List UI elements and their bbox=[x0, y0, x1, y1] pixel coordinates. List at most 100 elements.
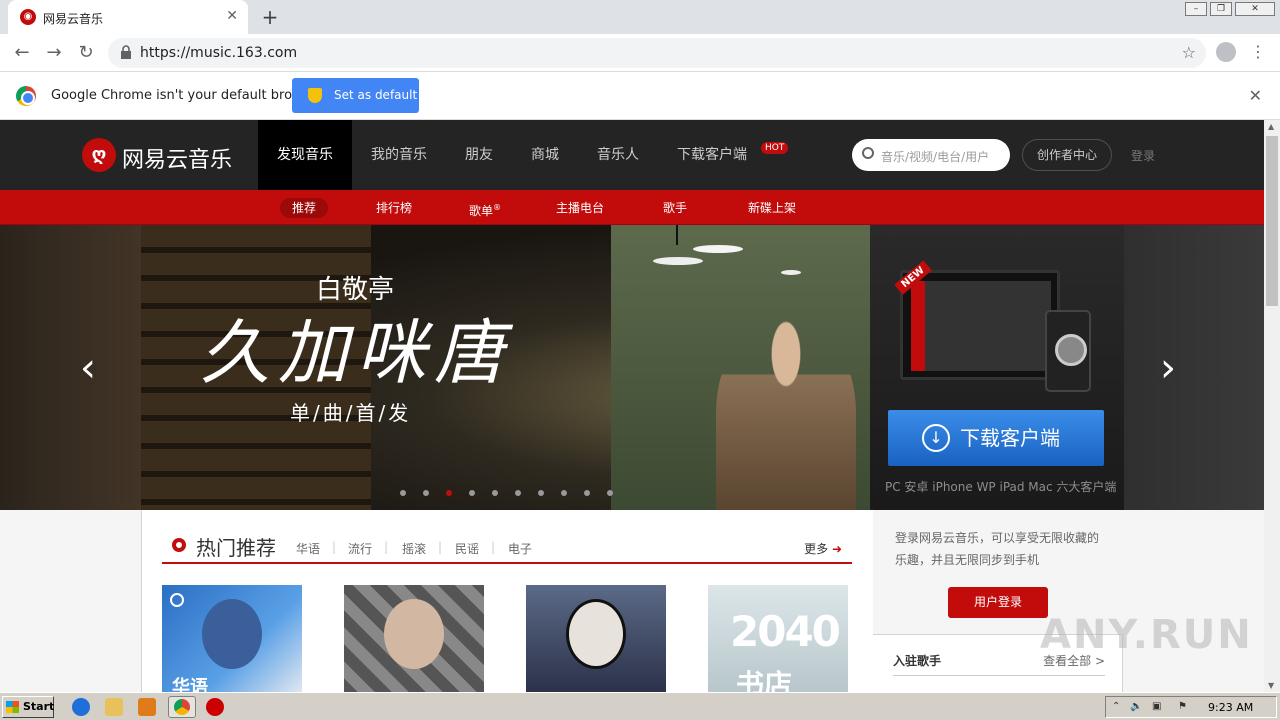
divider: | bbox=[384, 540, 389, 554]
lamp-light bbox=[781, 270, 801, 275]
profile-avatar[interactable] bbox=[1216, 42, 1236, 62]
shield-icon bbox=[308, 88, 322, 103]
arrow-right-icon: ➜ bbox=[831, 542, 842, 556]
chrome-icon bbox=[174, 699, 190, 715]
subnav-new-albums[interactable]: 新碟上架 bbox=[736, 198, 808, 218]
cover-subtitle: 书店 bbox=[736, 668, 793, 692]
carousel-dot[interactable] bbox=[515, 490, 521, 496]
scroll-thumb[interactable] bbox=[1266, 136, 1278, 306]
subnav-playlists[interactable]: 歌单® bbox=[457, 198, 513, 218]
browser-tab[interactable]: ◉ 网易云音乐 ✕ bbox=[8, 0, 248, 34]
reload-icon[interactable]: ↻ bbox=[76, 42, 96, 63]
monitor-illustration bbox=[900, 270, 1060, 380]
lamp-light bbox=[653, 257, 703, 265]
media-player-icon[interactable] bbox=[138, 698, 156, 716]
carousel-dot[interactable] bbox=[584, 490, 590, 496]
user-login-button[interactable]: 用户登录 bbox=[948, 587, 1048, 618]
folder-icon[interactable] bbox=[105, 698, 123, 716]
divider: | bbox=[438, 540, 443, 554]
category-link[interactable]: 流行 bbox=[348, 540, 372, 557]
scroll-down-icon[interactable]: ▼ bbox=[1268, 681, 1274, 690]
carousel-dot[interactable] bbox=[423, 490, 429, 496]
subnav-recommend[interactable]: 推荐 bbox=[280, 198, 329, 218]
page-viewport: ღ 网易云音乐 发现音乐 我的音乐 朋友 商城 音乐人 下载客户端 HOT 音乐… bbox=[0, 120, 1264, 692]
search-icon bbox=[862, 147, 874, 159]
carousel-prev-icon[interactable]: ‹ bbox=[80, 345, 96, 391]
download-client-button[interactable]: ↓ 下载客户端 bbox=[888, 410, 1104, 466]
scroll-up-icon[interactable]: ▲ bbox=[1268, 122, 1274, 131]
ie-icon[interactable] bbox=[72, 698, 90, 716]
carousel-dot[interactable] bbox=[538, 490, 544, 496]
category-link[interactable]: 华语 bbox=[296, 540, 320, 557]
carousel-dot[interactable] bbox=[469, 490, 475, 496]
nav-discover-music[interactable]: 发现音乐 bbox=[258, 120, 352, 190]
tray-expand-icon[interactable]: ⌃ bbox=[1112, 701, 1124, 713]
anyrun-watermark: ANY.RUN bbox=[1040, 612, 1253, 658]
new-tab-button[interactable]: + bbox=[258, 5, 282, 29]
artist-figure bbox=[716, 315, 856, 510]
network-icon[interactable]: ▣ bbox=[1152, 701, 1164, 713]
tab-strip: ◉ 网易云音乐 ✕ + – ❐ ✕ bbox=[0, 0, 1280, 34]
nav-my-music[interactable]: 我的音乐 bbox=[352, 120, 446, 190]
carousel-dot[interactable] bbox=[446, 490, 452, 496]
download-arrow-icon: ↓ bbox=[922, 424, 950, 452]
more-label: 更多 bbox=[804, 542, 829, 556]
nav-download-client[interactable]: 下载客户端 bbox=[658, 120, 766, 190]
playlist-cover[interactable] bbox=[526, 585, 666, 692]
omnibar: ← → ↻ https://music.163.com ☆ ⋮ bbox=[0, 34, 1280, 72]
divider: | bbox=[491, 540, 496, 554]
close-window-button[interactable]: ✕ bbox=[1235, 2, 1275, 16]
set-as-default-button[interactable]: Set as default bbox=[292, 78, 419, 113]
artists-title: 入驻歌手 bbox=[893, 654, 942, 668]
minimize-button[interactable]: – bbox=[1185, 2, 1207, 16]
nav-friends[interactable]: 朋友 bbox=[446, 120, 512, 190]
flag-icon[interactable]: ⚑ bbox=[1178, 701, 1190, 713]
playlist-cover[interactable]: 华语 bbox=[162, 585, 302, 692]
back-icon[interactable]: ← bbox=[12, 42, 32, 63]
creator-center-button[interactable]: 创作者中心 bbox=[1022, 139, 1112, 171]
volume-icon[interactable]: 🔈 bbox=[1130, 701, 1142, 713]
hot-recommend-title[interactable]: 热门推荐 bbox=[196, 532, 276, 561]
carousel-dot[interactable] bbox=[561, 490, 567, 496]
subnav-artists[interactable]: 歌手 bbox=[651, 198, 699, 218]
category-link[interactable]: 民谣 bbox=[455, 540, 479, 557]
tab-title: 网易云音乐 bbox=[43, 12, 104, 26]
default-browser-infobar: Google Chrome isn't your default browser… bbox=[0, 72, 1280, 120]
login-link[interactable]: 登录 bbox=[1131, 147, 1155, 164]
carousel-dot[interactable] bbox=[607, 490, 613, 496]
lock-icon bbox=[121, 45, 131, 59]
subnav-radio[interactable]: 主播电台 bbox=[544, 198, 616, 218]
top-nav: ღ 网易云音乐 发现音乐 我的音乐 朋友 商城 音乐人 下载客户端 HOT 音乐… bbox=[0, 120, 1264, 190]
section-ring-icon bbox=[172, 538, 186, 552]
phone-illustration bbox=[1045, 310, 1091, 392]
infobar-close-icon[interactable]: ✕ bbox=[1249, 86, 1262, 105]
category-link[interactable]: 电子 bbox=[508, 540, 532, 557]
forward-icon[interactable]: → bbox=[44, 42, 64, 63]
hot-recommend-header: 热门推荐 华语 | 流行 | 摇滚 | 民谣 | 电子 更多 ➜ bbox=[162, 524, 852, 564]
login-prompt-text: 登录网易云音乐，可以享受无限收藏的乐趣，并且无限同步到手机 bbox=[895, 531, 1100, 567]
more-link[interactable]: 更多 ➜ bbox=[804, 540, 842, 557]
sub-nav: 推荐 排行榜 歌单® 主播电台 歌手 新碟上架 bbox=[0, 190, 1264, 225]
page-scrollbar[interactable]: ▲ ▼ bbox=[1264, 120, 1280, 692]
address-bar[interactable]: https://music.163.com ☆ bbox=[108, 38, 1206, 68]
tab-close-icon[interactable]: ✕ bbox=[226, 8, 238, 24]
carousel-dot[interactable] bbox=[492, 490, 498, 496]
subnav-charts[interactable]: 排行榜 bbox=[364, 198, 424, 218]
start-button[interactable]: Start bbox=[2, 696, 54, 718]
playlist-cover[interactable] bbox=[344, 585, 484, 692]
bookmark-star-icon[interactable]: ☆ bbox=[1182, 43, 1196, 62]
banner-carousel: 白敬亭 久加咪唐 单/曲/首/发 ‹ › NEW ↓ 下载客户端 PC 安卓 i… bbox=[0, 225, 1264, 510]
carousel-dot[interactable] bbox=[400, 490, 406, 496]
carousel-next-icon[interactable]: › bbox=[1160, 345, 1176, 391]
search-input[interactable]: 音乐/视频/电台/用户 bbox=[852, 139, 1010, 171]
restore-button[interactable]: ❐ bbox=[1210, 2, 1232, 16]
playlist-cover[interactable]: 2040 书店 bbox=[708, 585, 848, 692]
nav-mall[interactable]: 商城 bbox=[512, 120, 578, 190]
category-link[interactable]: 摇滚 bbox=[402, 540, 426, 557]
chrome-menu-icon[interactable]: ⋮ bbox=[1250, 42, 1266, 61]
download-button-label: 下载客户端 bbox=[960, 426, 1060, 450]
taskbar-chrome-button[interactable] bbox=[168, 696, 196, 718]
nav-musician[interactable]: 音乐人 bbox=[578, 120, 658, 190]
stop-icon[interactable] bbox=[206, 698, 224, 716]
windows-logo-icon bbox=[6, 701, 19, 713]
